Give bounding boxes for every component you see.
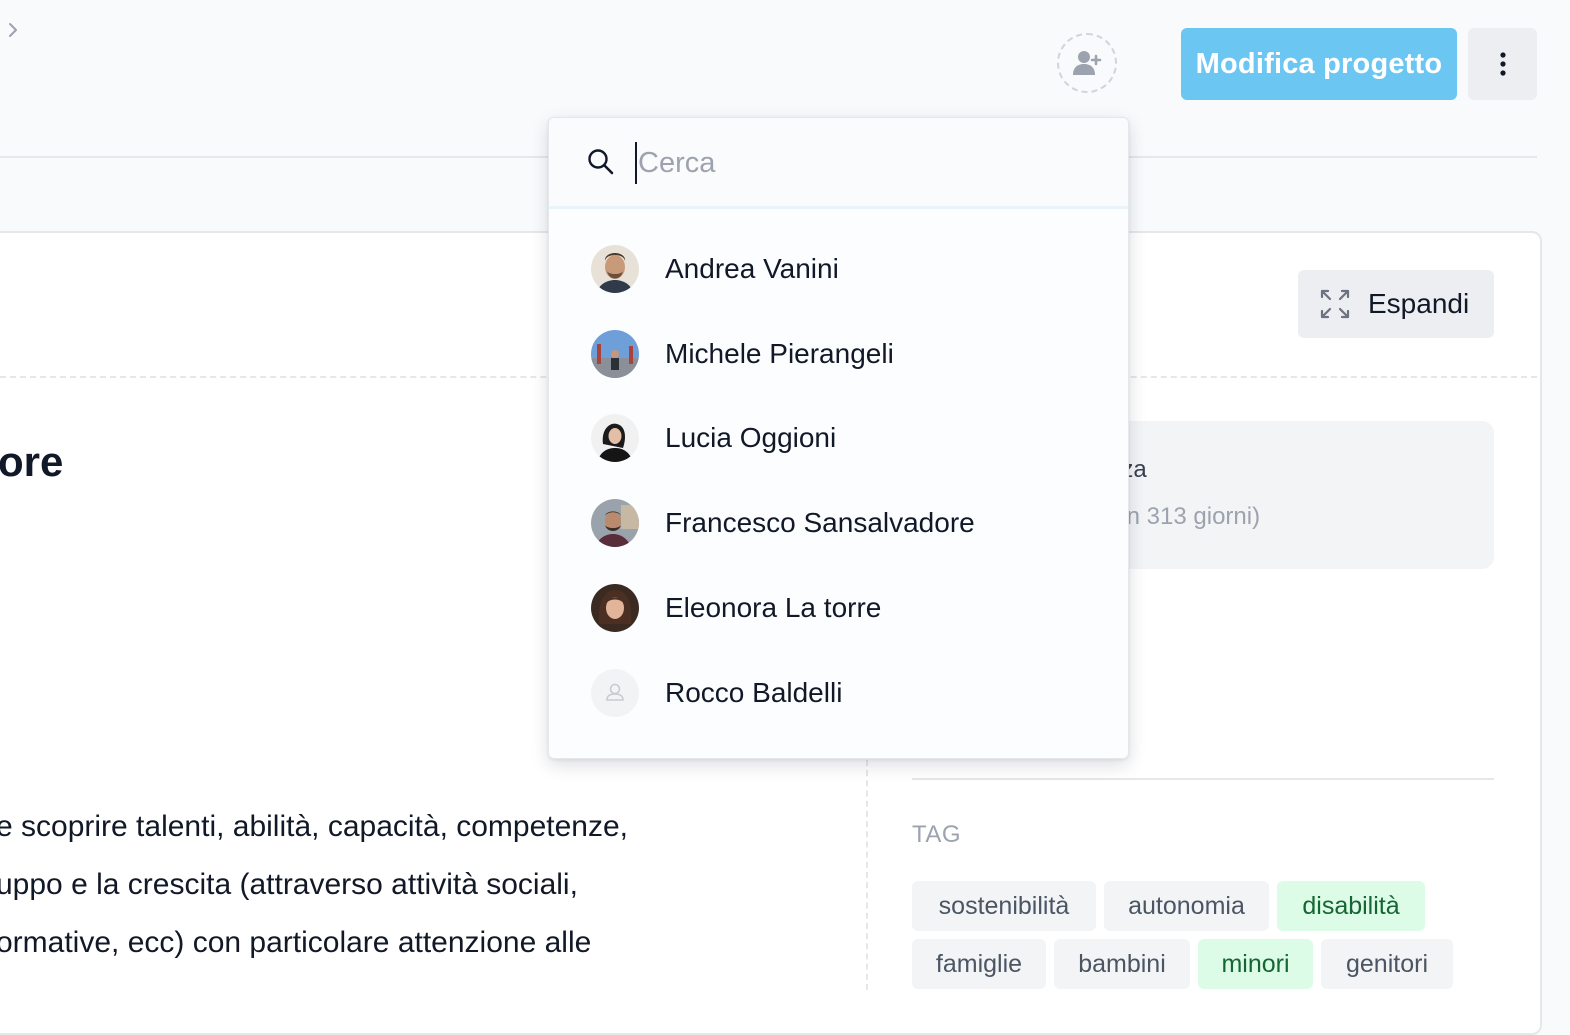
more-options-button[interactable]: [1468, 28, 1537, 100]
avatar: [591, 245, 639, 293]
column-divider: [866, 760, 868, 990]
expand-arrows-icon: [1320, 289, 1350, 319]
project-title: ore: [0, 438, 64, 485]
member-option[interactable]: Andrea Vanini: [549, 229, 1128, 309]
expand-button-label: Espandi: [1368, 288, 1470, 319]
search-bar: [549, 118, 1128, 206]
deadline-box: [1080, 421, 1494, 569]
member-dropdown: Andrea Vanini Michele Pierangeli Lucia O…: [548, 117, 1129, 759]
member-option[interactable]: Eleonora La torre: [549, 568, 1128, 648]
edit-project-button[interactable]: Modifica progetto: [1181, 28, 1457, 100]
search-divider: [549, 206, 1128, 209]
description-line: e scoprire talenti, abilità, capacità, c…: [0, 810, 629, 843]
tag[interactable]: sostenibilità: [912, 881, 1096, 931]
search-icon: [588, 149, 614, 175]
member-name: Eleonora La torre: [665, 592, 882, 623]
member-option[interactable]: Rocco Baldelli: [549, 653, 1128, 733]
member-name: Lucia Oggioni: [665, 422, 837, 453]
placeholder-user-icon: [606, 683, 624, 701]
deadline-relative: (In 313 giorni): [1112, 503, 1261, 530]
member-name: Michele Pierangeli: [665, 338, 894, 369]
tag[interactable]: disabilità: [1277, 881, 1425, 931]
add-member-button[interactable]: [1057, 33, 1117, 93]
member-name: Andrea Vanini: [665, 253, 839, 284]
avatar: [591, 330, 639, 378]
member-name: Rocco Baldelli: [665, 677, 843, 708]
tag[interactable]: autonomia: [1104, 881, 1269, 931]
tags-title: TAG: [912, 821, 962, 848]
member-option[interactable]: Francesco Sansalvadore: [549, 483, 1128, 563]
kebab-menu-icon: [1499, 52, 1506, 76]
avatar: [591, 584, 639, 632]
avatar: [591, 414, 639, 462]
member-option[interactable]: Michele Pierangeli: [549, 314, 1128, 394]
member-search-input[interactable]: [635, 142, 1100, 184]
sidebar-divider: [912, 778, 1494, 780]
user-plus-icon: [1073, 51, 1102, 75]
avatar: [591, 669, 639, 717]
member-name: Francesco Sansalvadore: [665, 507, 975, 538]
description-line: uppo e la crescita (attraverso attività …: [0, 868, 578, 901]
description-line: ormative, ecc) con particolare attenzion…: [0, 926, 592, 959]
expand-button[interactable]: Espandi: [1298, 270, 1494, 338]
chevron-right-icon[interactable]: [4, 18, 22, 42]
avatar: [591, 499, 639, 547]
member-option[interactable]: Lucia Oggioni: [549, 398, 1128, 478]
